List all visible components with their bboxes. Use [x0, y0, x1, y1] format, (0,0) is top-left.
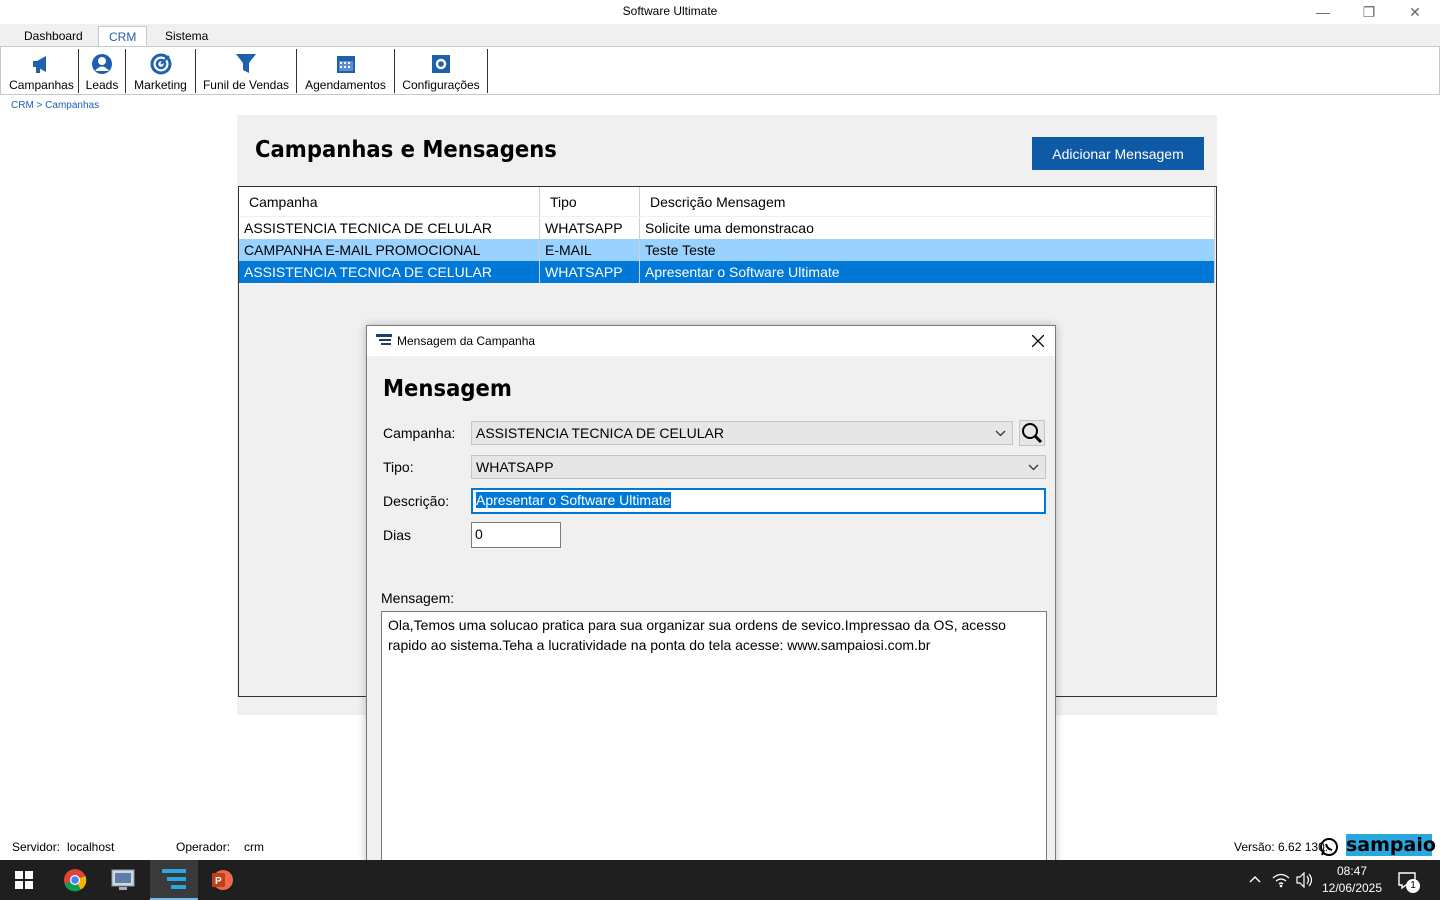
cell-tipo: E-MAIL: [540, 239, 640, 261]
ribbon-button-configuracoes[interactable]: Configurações: [395, 49, 488, 93]
dias-label: Dias: [383, 527, 412, 543]
cell-campanha: ASSISTENCIA TECNICA DE CELULAR: [239, 217, 540, 239]
page-title: Campanhas e Mensagens: [255, 137, 557, 163]
column-header-campanha[interactable]: Campanha: [239, 187, 540, 216]
calendar-icon: [335, 53, 357, 75]
ribbon-button-label: Campanhas: [9, 78, 74, 92]
restore-button[interactable]: ❐: [1346, 0, 1392, 24]
ribbon-button-label: Marketing: [134, 78, 187, 92]
cell-descricao: Apresentar o Software Ultimate: [640, 261, 1215, 283]
message-dialog: Mensagem da Campanha Mensagem Campanha: …: [366, 325, 1056, 867]
servidor-label: Servidor:: [12, 840, 61, 854]
ribbon-toolbar: Campanhas Leads Marketing Funil de Venda…: [0, 46, 1440, 95]
dias-input[interactable]: 0: [471, 522, 561, 548]
windows-start-icon[interactable]: [0, 860, 48, 900]
mensagem-label: Mensagem:: [381, 590, 455, 606]
cell-tipo: WHATSAPP: [540, 217, 640, 239]
operador-value: crm: [244, 840, 264, 854]
chevron-up-icon[interactable]: [1248, 872, 1262, 891]
column-header-descricao[interactable]: Descrição Mensagem: [640, 187, 1215, 216]
column-header-tipo[interactable]: Tipo: [540, 187, 640, 216]
network-icon[interactable]: [1272, 872, 1290, 893]
remote-desktop-icon[interactable]: [99, 860, 147, 900]
target-icon: [150, 53, 172, 75]
user-icon: [91, 53, 113, 75]
ribbon-button-funil[interactable]: Funil de Vendas: [196, 49, 297, 93]
tab-sistema[interactable]: Sistema: [155, 26, 218, 46]
tab-crm[interactable]: CRM: [98, 26, 148, 47]
ribbon-button-label: Configurações: [402, 78, 480, 92]
svg-text:P: P: [215, 876, 222, 887]
close-button[interactable]: ✕: [1392, 0, 1438, 24]
gear-icon: [431, 53, 451, 75]
search-icon: [1022, 423, 1043, 444]
descricao-input-value: Apresentar o Software Ultimate: [476, 492, 671, 508]
ribbon-button-marketing[interactable]: Marketing: [126, 49, 196, 93]
chevron-down-icon: [1028, 456, 1039, 486]
tab-dashboard[interactable]: Dashboard: [14, 26, 93, 46]
table-row-selected[interactable]: ASSISTENCIA TECNICA DE CELULAR WHATSAPP …: [239, 261, 1215, 283]
dialog-titlebar[interactable]: Mensagem da Campanha: [367, 326, 1055, 356]
brand-logo: sampaio: [1346, 834, 1436, 856]
clock-time[interactable]: 08:47: [1322, 864, 1382, 878]
ribbon-button-leads[interactable]: Leads: [79, 49, 126, 93]
minimize-button[interactable]: —: [1300, 0, 1346, 24]
ribbon-button-campanhas[interactable]: Campanhas: [5, 49, 79, 93]
cell-tipo: WHATSAPP: [540, 261, 640, 283]
campanha-label: Campanha:: [383, 425, 456, 441]
powerpoint-icon[interactable]: P: [198, 860, 246, 900]
window-titlebar: Software Ultimate — ❐ ✕: [0, 0, 1440, 24]
descricao-input[interactable]: Apresentar o Software Ultimate: [471, 488, 1046, 514]
ribbon-button-label: Funil de Vendas: [202, 78, 290, 92]
cell-descricao: Solicite uma demonstracao: [640, 217, 1215, 239]
ribbon-tabs: Dashboard CRM Sistema: [0, 24, 1440, 47]
cell-campanha: CAMPANHA E-MAIL PROMOCIONAL: [239, 239, 540, 261]
dialog-title: Mensagem da Campanha: [397, 334, 536, 348]
mensagem-textarea[interactable]: Ola,Temos uma solucao pratica para sua o…: [381, 611, 1047, 866]
cell-descricao: Teste Teste: [640, 239, 1215, 261]
window-title: Software Ultimate: [622, 4, 718, 18]
table-row[interactable]: ASSISTENCIA TECNICA DE CELULAR WHATSAPP …: [239, 217, 1215, 239]
cell-campanha: ASSISTENCIA TECNICA DE CELULAR: [239, 261, 540, 283]
clock-date[interactable]: 12/06/2025: [1318, 881, 1386, 895]
ribbon-button-label: Leads: [85, 78, 119, 92]
table-row[interactable]: CAMPANHA E-MAIL PROMOCIONAL E-MAIL Teste…: [239, 239, 1215, 261]
campanha-select-value: ASSISTENCIA TECNICA DE CELULAR: [476, 425, 724, 441]
descricao-label: Descrição:: [383, 493, 450, 509]
tipo-select[interactable]: WHATSAPP: [471, 455, 1046, 479]
software-ultimate-taskbar-icon[interactable]: [150, 860, 198, 900]
chrome-icon[interactable]: [51, 860, 99, 900]
chevron-down-icon: [995, 422, 1006, 452]
notification-count-badge: 1: [1406, 879, 1420, 893]
whatsapp-icon[interactable]: [1319, 837, 1339, 862]
app-icon: [376, 334, 392, 353]
ribbon-button-agendamentos[interactable]: Agendamentos: [297, 49, 395, 93]
campanha-select[interactable]: ASSISTENCIA TECNICA DE CELULAR: [471, 421, 1013, 445]
funnel-icon: [235, 53, 257, 75]
tipo-label: Tipo:: [383, 459, 414, 475]
taskbar: P 08:47 12/06/2025 1: [0, 860, 1440, 900]
dialog-close-icon[interactable]: [1027, 330, 1049, 352]
version-text: Versão: 6.62 130:: [1234, 840, 1329, 854]
add-message-button[interactable]: Adicionar Mensagem: [1032, 137, 1204, 170]
dialog-heading: Mensagem: [383, 376, 512, 402]
breadcrumb[interactable]: CRM > Campanhas: [11, 100, 99, 111]
servidor-value: localhost: [67, 840, 115, 854]
volume-icon[interactable]: [1296, 871, 1314, 893]
ribbon-button-label: Agendamentos: [305, 78, 386, 92]
search-campanha-button[interactable]: [1019, 420, 1045, 446]
operador-label: Operador:: [176, 840, 231, 854]
megaphone-icon: [31, 53, 53, 75]
tipo-select-value: WHATSAPP: [476, 459, 554, 475]
